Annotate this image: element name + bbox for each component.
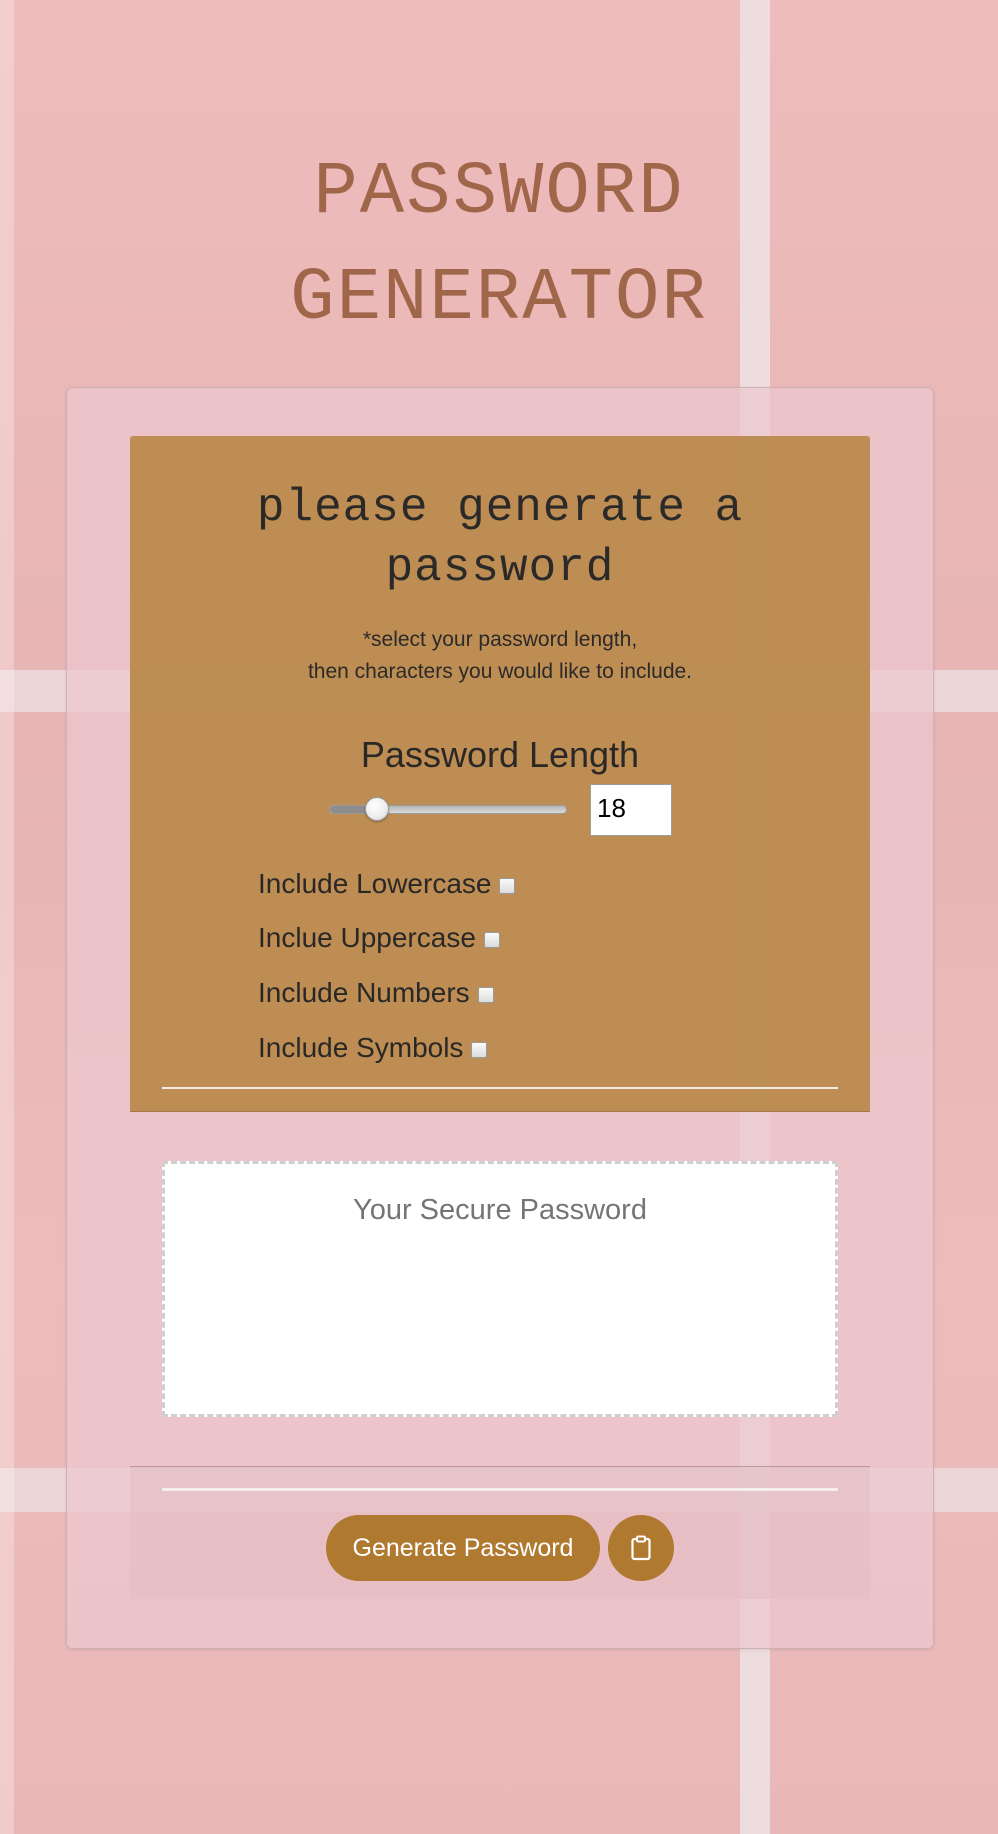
option-checkbox[interactable] (477, 987, 494, 1003)
page-title-text: PASSWORD GENERATOR (290, 151, 708, 341)
copy-button[interactable] (608, 1515, 674, 1581)
panel-divider (162, 1087, 838, 1089)
option-label: Include Symbols (258, 1032, 464, 1063)
option-row[interactable]: Include Lowercase (258, 864, 516, 904)
clipboard-icon (631, 1535, 651, 1561)
password-output-placeholder: Your Secure Password (353, 1194, 647, 1226)
option-label: Inclue Uppercase (258, 922, 476, 953)
password-length-slider-thumb[interactable] (365, 797, 390, 821)
option-checkbox[interactable] (483, 932, 500, 948)
option-checkbox[interactable] (471, 1042, 488, 1058)
option-row[interactable]: Include Symbols (258, 1028, 488, 1068)
action-bar-divider (162, 1488, 838, 1491)
generate-password-button[interactable]: Generate Password (326, 1515, 600, 1581)
instructions-line-1: *select your password length, (362, 628, 638, 651)
page-title: PASSWORD GENERATOR (0, 140, 998, 352)
instructions-line-2: then characters you would like to includ… (307, 660, 693, 683)
option-row[interactable]: Include Numbers (258, 973, 494, 1013)
password-output[interactable]: Your Secure Password (162, 1161, 838, 1417)
generator-content: please generate a password *select your … (130, 436, 870, 1599)
option-label: Include Numbers (258, 977, 470, 1008)
options-panel: please generate a password *select your … (130, 436, 870, 1112)
panel-heading-text: please generate a password (256, 482, 744, 594)
password-length-label: Password Length (360, 734, 640, 775)
panel-heading: please generate a password (130, 478, 870, 598)
instructions: *select your password length, then chara… (130, 624, 870, 688)
option-checkbox[interactable] (499, 878, 516, 894)
password-length-input[interactable]: 18 (590, 784, 672, 836)
action-bar: Generate Password (130, 1466, 870, 1599)
option-label: Include Lowercase (258, 868, 492, 899)
option-row[interactable]: Inclue Uppercase (258, 918, 500, 958)
